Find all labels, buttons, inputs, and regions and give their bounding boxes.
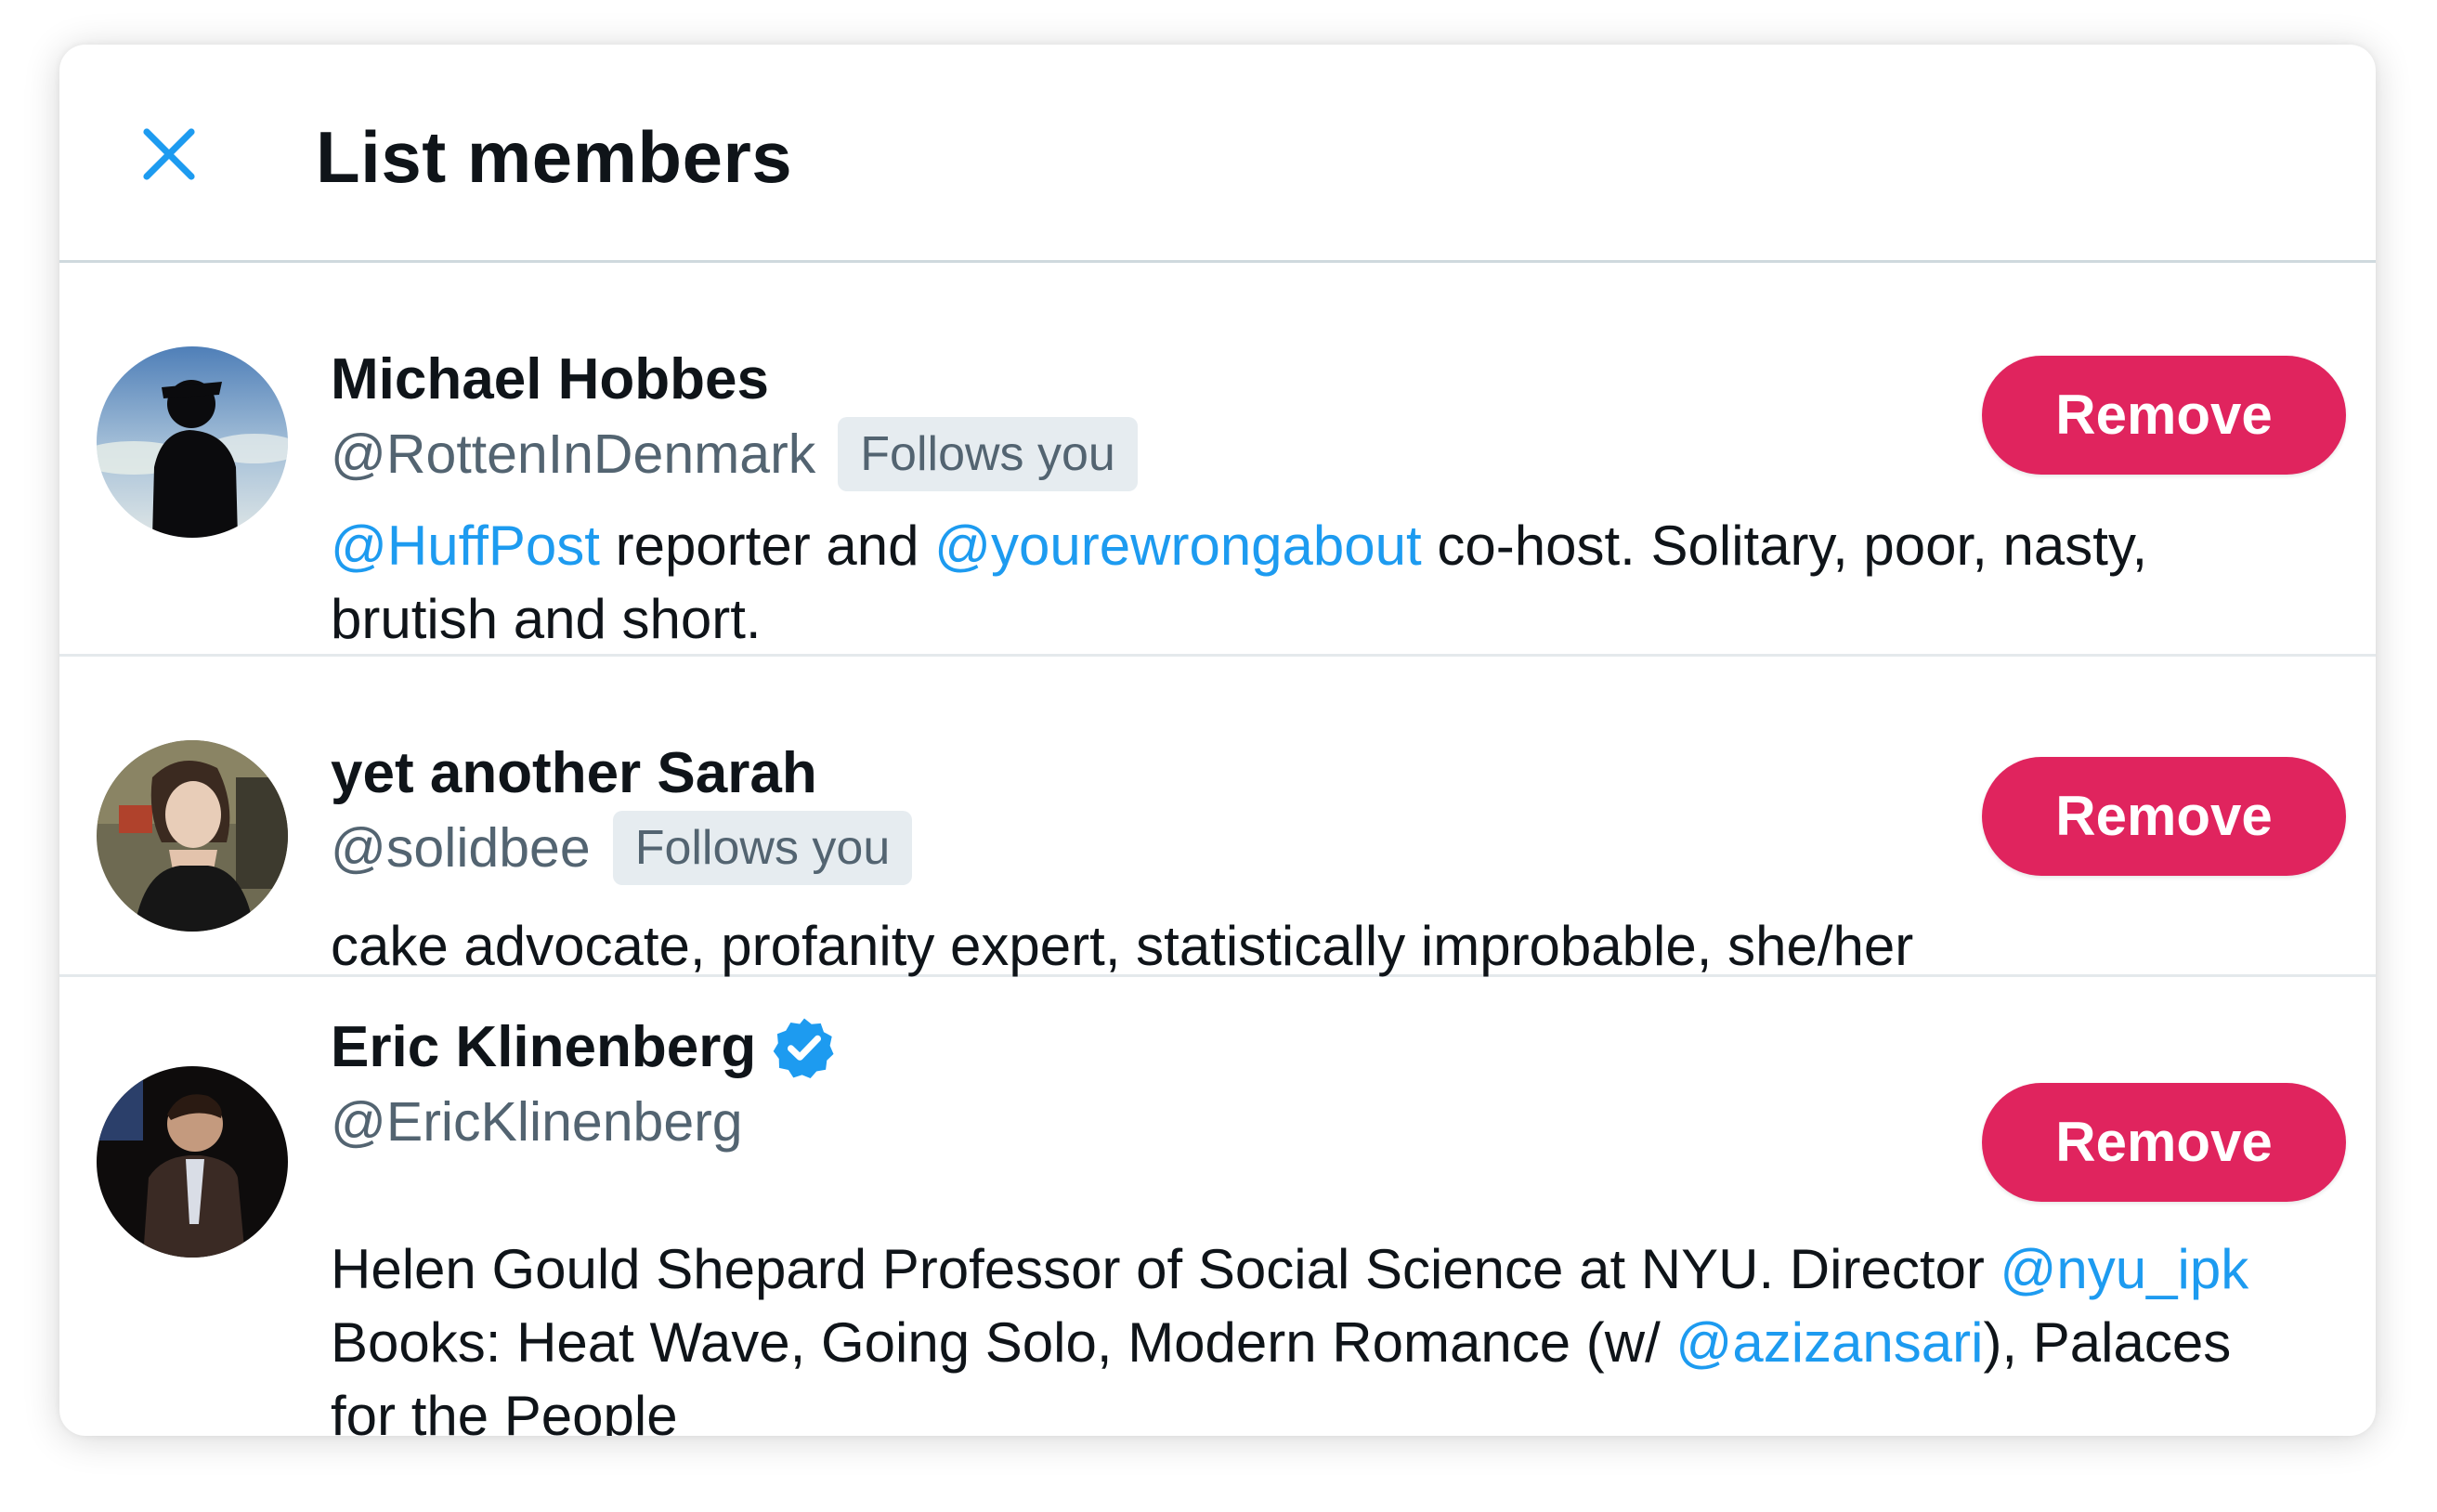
member-bio: Helen Gould Shepard Professor of Social … bbox=[331, 1232, 2300, 1436]
member-name[interactable]: Michael Hobbes bbox=[331, 345, 769, 415]
member-handle-line: @EricKlinenberg bbox=[331, 1087, 743, 1157]
member-name-line: yet another Sarah bbox=[331, 738, 817, 809]
member-handle[interactable]: @RottenInDenmark bbox=[331, 419, 815, 489]
avatar[interactable] bbox=[97, 346, 288, 538]
close-icon bbox=[143, 128, 195, 180]
member-row-michael-hobbes: Michael Hobbes @RottenInDenmark Follows … bbox=[59, 263, 2376, 657]
member-row-yet-another-sarah: yet another Sarah @solidbee Follows you … bbox=[59, 657, 2376, 977]
remove-button[interactable]: Remove bbox=[1982, 356, 2346, 475]
remove-button[interactable]: Remove bbox=[1982, 757, 2346, 876]
mention-link[interactable]: @yourewrongabout bbox=[934, 515, 1422, 577]
close-button[interactable] bbox=[121, 106, 217, 202]
avatar[interactable] bbox=[97, 1066, 288, 1258]
mention-link[interactable]: @nyu_ipk bbox=[2000, 1238, 2249, 1300]
mention-link[interactable]: @azizansari bbox=[1675, 1311, 1983, 1374]
dialog-header: List members bbox=[59, 45, 2376, 263]
member-row-eric-klinenberg: Eric Klinenberg @EricKlinenberg Helen Go… bbox=[59, 977, 2376, 1436]
verified-badge-icon bbox=[771, 1014, 838, 1081]
avatar[interactable] bbox=[97, 740, 288, 932]
member-name[interactable]: yet another Sarah bbox=[331, 738, 817, 809]
remove-button[interactable]: Remove bbox=[1982, 1083, 2346, 1202]
follows-you-badge: Follows you bbox=[612, 811, 913, 885]
member-bio: @HuffPost reporter and @yourewrongabout … bbox=[331, 509, 2300, 656]
member-handle[interactable]: @EricKlinenberg bbox=[331, 1087, 743, 1157]
mention-link[interactable]: @HuffPost bbox=[331, 515, 600, 577]
member-handle[interactable]: @solidbee bbox=[331, 813, 591, 883]
member-handle-line: @solidbee Follows you bbox=[331, 811, 913, 885]
page-title: List members bbox=[316, 116, 793, 198]
bio-text: Books: Heat Wave, Going Solo, Modern Rom… bbox=[331, 1311, 1676, 1374]
member-bio: cake advocate, profanity expert, statist… bbox=[331, 909, 2300, 983]
follows-you-badge: Follows you bbox=[838, 417, 1138, 491]
member-name-line: Michael Hobbes bbox=[331, 345, 769, 415]
bio-text: cake advocate, profanity expert, statist… bbox=[331, 915, 1914, 977]
bio-text: reporter and bbox=[599, 515, 935, 577]
bio-text: Helen Gould Shepard Professor of Social … bbox=[331, 1238, 2000, 1300]
member-name-line: Eric Klinenberg bbox=[331, 1012, 838, 1083]
member-name[interactable]: Eric Klinenberg bbox=[331, 1012, 756, 1083]
list-members-dialog: List members Michael Hobbes @RottenInDen… bbox=[59, 45, 2376, 1436]
member-handle-line: @RottenInDenmark Follows you bbox=[331, 417, 1138, 491]
